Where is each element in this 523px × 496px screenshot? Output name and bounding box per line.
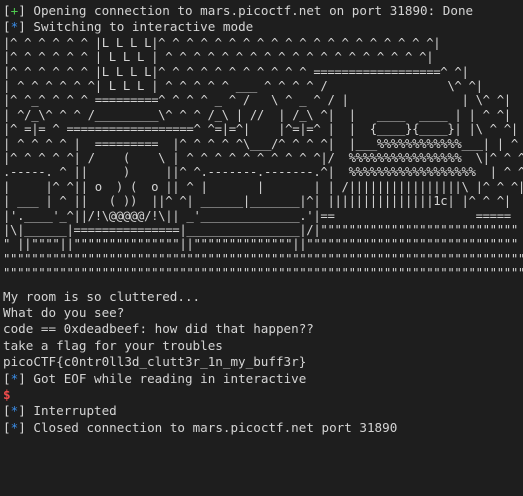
bracket-close: ] — [18, 370, 26, 386]
status-line-interrupted: [*] Interrupted — [3, 403, 523, 419]
ascii-art-line: """"""""""""""""""""""""""""""""""""""""… — [3, 266, 523, 281]
ascii-art-line: |\|______|===============|______________… — [3, 223, 518, 238]
bracket-open: [ — [3, 3, 11, 18]
status-text: Switching to interactive mode — [25, 19, 254, 35]
bracket-close: ] — [18, 419, 26, 435]
output-line: My room is so cluttered... — [3, 288, 201, 304]
shell-prompt: $ — [3, 387, 11, 403]
bracket-open: [ — [3, 370, 11, 386]
ascii-art-line: |^ ^ ^ ^ ^| / ( \ | ^ ^ ^ ^ ^ ^ ^ ^ ^ ^|… — [3, 151, 523, 166]
ascii-art-line: " ||""""||"""""""""""""""||"""""""""""""… — [3, 237, 518, 252]
bracket-close: ] — [18, 19, 26, 35]
ascii-art-line: | ^ ^ ^ ^ | ========= |^ ^ ^ ^ ^\___/^ ^… — [3, 136, 523, 151]
shell-prompt-line[interactable]: $ — [3, 387, 523, 403]
ascii-art-line: | ^/_\^ ^ ^ /_________\^ ^ ^ /_\ | // | … — [3, 107, 511, 122]
status-line-interactive: [*] Switching to interactive mode — [3, 19, 523, 35]
status-text: Opening connection to mars.picoctf.net o… — [25, 3, 474, 18]
status-line-closed: [*] Closed connection to mars.picoctf.ne… — [3, 420, 523, 436]
flag-line: picoCTF{c0ntr0ll3d_clutt3r_1n_my_buff3r} — [3, 354, 307, 370]
status-text: Interrupted — [25, 403, 117, 419]
ascii-art-line: .-----. ^ || ) ||^ ^.-------.-------.^| … — [3, 165, 523, 180]
bracket-open: [ — [3, 419, 11, 435]
status-text: Got EOF while reading in interactive — [25, 370, 307, 386]
ascii-art-line: |^ ^ ^ ^ ^ ^ |L L L L|^ ^ ^ ^ ^ ^ ^ ^ ^ … — [3, 35, 441, 50]
ascii-art-line: | ___ | ^ || ( )) ||^ ^| ______|_______|… — [3, 194, 511, 209]
ascii-art-line: |'.____'_^||/!\@@@@@/!\|| _'____________… — [3, 208, 511, 223]
output-line: take a flag for your troubles — [3, 337, 223, 353]
ascii-art-line: |^ ^_^ ^ ^ ^ =========^ ^ ^ ^ _ ^ / \ ^ … — [3, 93, 511, 108]
ascii-art-line: |^ ^ ^ ^ ^ ^ | L L L | ^ ^ ^ ^ ^ ^ ^ ^ ^… — [3, 50, 434, 65]
output-line: What do you see? — [3, 305, 125, 321]
status-line-opening: [+] Opening connection to mars.picoctf.n… — [3, 3, 523, 19]
ascii-art-line: |^ ^ ^ ^ ^ ^ |L L L L|^ ^ ^ ^ ^ ^ ^ ^ ^ … — [3, 64, 469, 79]
ascii-art-room: |^ ^ ^ ^ ^ ^ |L L L L|^ ^ ^ ^ ^ ^ ^ ^ ^ … — [3, 36, 523, 281]
status-text: Closed connection to mars.picoctf.net po… — [25, 419, 398, 435]
ascii-art-line: | |^ ^|| o ) ( o || ^ | | | | /|||||||||… — [3, 179, 523, 194]
bracket-open: [ — [3, 19, 11, 35]
status-line-eof: [*] Got EOF while reading in interactive — [3, 371, 523, 387]
bracket-close: ] — [18, 3, 26, 18]
ascii-art-line: """"""""""""""""""""""""""""""""""""""""… — [3, 251, 523, 266]
ascii-art-line: |^ =|= ^ ==================^ ^=|=^| |^=|… — [3, 122, 518, 137]
bracket-close: ] — [18, 403, 26, 419]
output-line: code == 0xdeadbeef: how did that happen?… — [3, 321, 314, 337]
bracket-open: [ — [3, 403, 11, 419]
ascii-art-line: | ^ ^ ^ ^ ^ ^| L L L | ^ ^ ^ ^ ^ ___ ^ ^… — [3, 79, 483, 93]
terminal-window[interactable]: [+] Opening connection to mars.picoctf.n… — [0, 0, 523, 496]
